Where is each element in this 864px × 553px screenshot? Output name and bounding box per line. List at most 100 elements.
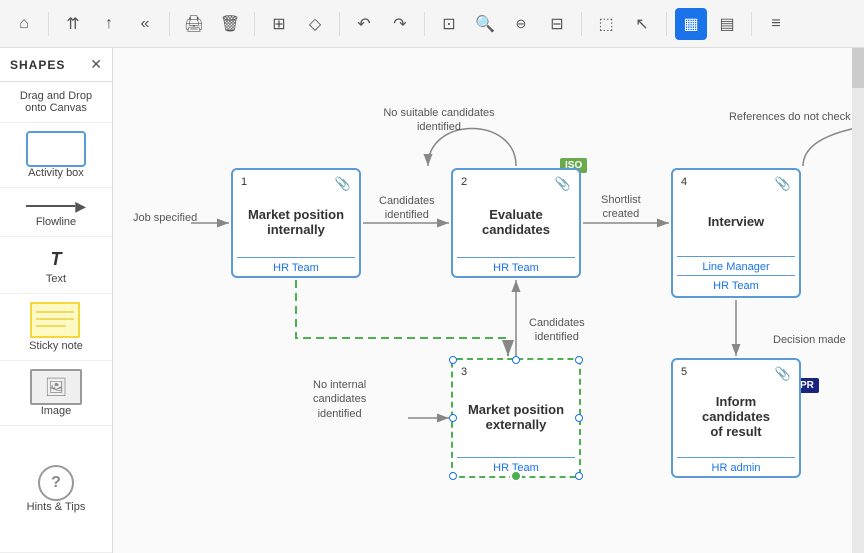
search-zoom-icon[interactable]: 🔍 [469,8,501,40]
node5-role: HR admin [673,458,799,476]
node1-number: 1 [241,176,247,188]
flowline-label: Flowline [6,216,106,228]
sep5 [424,12,425,36]
sidebar-item-drag-drop[interactable]: Drag and Droponto Canvas [0,82,112,123]
sep2 [169,12,170,36]
cursor-select-icon[interactable]: ⬚ [590,8,622,40]
canvas[interactable]: Job specified No suitable candidatesiden… [113,48,864,553]
activity-box-preview [6,131,106,167]
image-shape: 🖼 [30,369,82,405]
delete-icon[interactable]: 🗑 [214,8,246,40]
node5-number: 5 [681,366,687,378]
text-preview: T [6,245,106,273]
sidebar-header: SHAPES ✕ [0,48,112,82]
flowline-arrow: ▶ [75,198,86,215]
green-connect-dot[interactable] [510,470,522,482]
flowline-preview: ▶ [6,196,106,216]
label-candidates-id1: Candidatesidentified [379,194,435,223]
activity-box-label: Activity box [6,167,106,179]
sidebar-item-flowline[interactable]: ▶ Flowline [0,188,112,237]
handle-mr[interactable] [575,414,583,422]
node4-role1: Line Manager [673,257,799,275]
sidebar: SHAPES ✕ Drag and Droponto Canvas Activi… [0,48,113,553]
node2-clip-icon: 📎 [555,176,571,192]
back-icon[interactable]: « [129,8,161,40]
grid-view-icon[interactable]: ▦ [675,8,707,40]
toolbar: ⌂ ⇈ ↑ « 🖨 🗑 ⊞ ◇ ↶ ↷ ⊡ 🔍 ⊖ ⊟ ⬚ ↖ ▦ ▤ ≡ [0,0,864,48]
zoom-out-icon[interactable]: ⊖ [505,8,537,40]
node-market-position-externally[interactable]: 3 Market positionexternally HR Team [451,358,581,478]
sidebar-item-activity-box[interactable]: Activity box [0,123,112,188]
handle-tl[interactable] [449,356,457,364]
sep8 [751,12,752,36]
node4-number: 4 [681,176,687,188]
node3-number: 3 [461,366,467,378]
node1-role: HR Team [233,258,359,276]
close-sidebar-icon[interactable]: ✕ [90,56,102,73]
text-label: Text [6,273,106,285]
menu-options-icon[interactable]: ≡ [760,8,792,40]
home-icon[interactable]: ⌂ [8,8,40,40]
label-job-specified: Job specified [133,211,197,225]
label-no-internal: No internalcandidatesidentified [313,378,366,421]
handle-tm[interactable] [512,356,520,364]
node2-role: HR Team [453,258,579,276]
flowline-shape: ▶ [26,196,86,216]
handle-tr[interactable] [575,356,583,364]
print-icon[interactable]: 🖨 [178,8,210,40]
label-decision-made: Decision made [773,333,846,347]
node4-role2: HR Team [673,276,799,296]
sidebar-item-image[interactable]: 🖼 Image [0,361,112,426]
tag-icon[interactable]: ◇ [299,8,331,40]
sep4 [339,12,340,36]
expand-all-icon[interactable]: ⇈ [57,8,89,40]
handle-ml[interactable] [449,414,457,422]
sidebar-item-hints-tips[interactable]: ? Hints & Tips [0,426,112,553]
sticky-note-shape [30,302,82,340]
sidebar-item-sticky-note[interactable]: Sticky note [0,294,112,361]
redo-icon[interactable]: ↷ [384,8,416,40]
hints-tips-label: Hints & Tips [27,501,86,513]
node2-number: 2 [461,176,467,188]
node-market-position-internally[interactable]: 1 📎 Market positioninternally HR Team [231,168,361,278]
node3-title: Market positionexternally [453,360,579,457]
right-panel-top [852,48,864,88]
sep7 [666,12,667,36]
label-refs: References do not check out [699,110,864,124]
shapes-title: SHAPES [10,58,65,72]
main-area: SHAPES ✕ Drag and Droponto Canvas Activi… [0,48,864,553]
node-inform-candidates[interactable]: 5 📎 Inform candidatesof result HR admin [671,358,801,478]
sticky-note-preview [6,302,106,340]
label-no-suitable: No suitable candidatesidentified [369,106,509,135]
sidebar-item-text[interactable]: T Text [0,237,112,294]
sep1 [48,12,49,36]
undo-icon[interactable]: ↶ [348,8,380,40]
node5-clip-icon: 📎 [775,366,791,382]
expand-icon[interactable]: ↑ [93,8,125,40]
flowline-line [26,205,75,207]
sep6 [581,12,582,36]
node4-clip-icon: 📎 [775,176,791,192]
sep3 [254,12,255,36]
list-view-icon[interactable]: ▤ [711,8,743,40]
hints-tips-shape: ? [38,465,74,501]
connect-icon[interactable]: ⊞ [263,8,295,40]
pointer-icon[interactable]: ↖ [626,8,658,40]
text-shape: T [26,245,86,273]
node-evaluate-candidates[interactable]: 2 📎 Evaluatecandidates HR Team [451,168,581,278]
frame-icon[interactable]: ⊡ [433,8,465,40]
drag-drop-label: Drag and Droponto Canvas [6,90,106,114]
right-panel-hint [852,48,864,553]
hints-tips-preview: ? [38,465,74,501]
node1-clip-icon: 📎 [335,176,351,192]
fit-icon[interactable]: ⊟ [541,8,573,40]
label-candidates-id2: Candidatesidentified [529,316,585,345]
image-preview: 🖼 [6,369,106,405]
sticky-note-label: Sticky note [6,340,106,352]
node-interview[interactable]: 4 📎 Interview Line Manager HR Team [671,168,801,298]
label-shortlist: Shortlistcreated [601,193,641,222]
handle-br[interactable] [575,472,583,480]
sticky-note-container [30,302,82,340]
handle-bl[interactable] [449,472,457,480]
activity-box-shape [26,131,86,167]
